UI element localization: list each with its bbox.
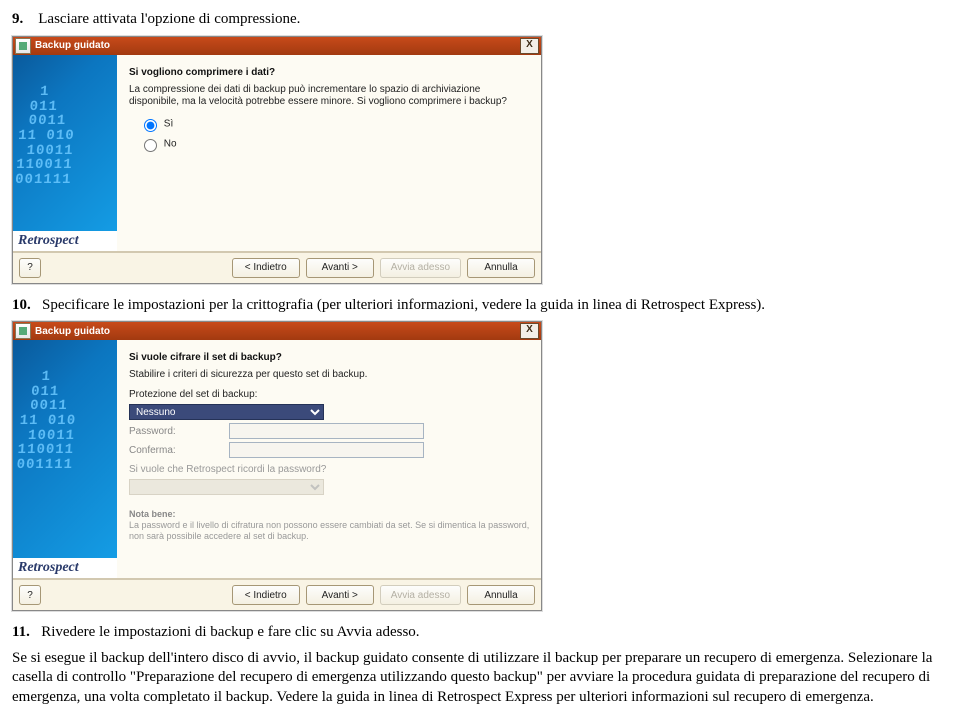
option-no[interactable]: No <box>139 136 531 152</box>
radio-no[interactable] <box>144 139 157 152</box>
start-now-button[interactable]: Avvia adesso <box>380 585 461 605</box>
question-desc: La compressione dei dati di backup può i… <box>129 84 531 108</box>
security-line1: Stabilire i criteri di sicurezza per que… <box>129 369 531 381</box>
confirm-field[interactable] <box>229 442 424 458</box>
next-button[interactable]: Avanti > <box>306 585 374 605</box>
app-icon <box>15 38 31 54</box>
step-11-body: Se si esegue il backup dell'intero disco… <box>12 649 947 708</box>
sidebar-art: 1 011 0011 11 010 10011 110011 001111 <box>6 55 124 251</box>
dialog-footer: ? < Indietro Avanti > Avvia adesso Annul… <box>13 251 541 283</box>
titlebar[interactable]: Backup guidato X <box>13 37 541 55</box>
dialog-footer: ? < Indietro Avanti > Avvia adesso Annul… <box>13 578 541 610</box>
cancel-button[interactable]: Annulla <box>467 585 535 605</box>
step-10-text: Specificare le impostazioni per la critt… <box>42 297 765 313</box>
step-11-lead: Rivedere le impostazioni di backup e far… <box>41 624 419 640</box>
note-head: Nota bene: <box>129 509 176 519</box>
radio-yes[interactable] <box>144 119 157 132</box>
password-field[interactable] <box>229 423 424 439</box>
titlebar[interactable]: Backup guidato X <box>13 322 541 340</box>
option-yes[interactable]: Sì <box>139 116 531 132</box>
step-11-number: 11. <box>12 624 30 640</box>
close-button[interactable]: X <box>520 323 539 339</box>
back-button[interactable]: < Indietro <box>232 585 300 605</box>
start-now-button[interactable]: Avvia adesso <box>380 258 461 278</box>
step-9-number: 9. <box>12 11 23 27</box>
step-10: 10. Specificare le impostazioni per la c… <box>12 296 947 316</box>
window-title: Backup guidato <box>35 326 110 337</box>
question-heading: Si vuole cifrare il set di backup? <box>129 352 531 363</box>
help-button[interactable]: ? <box>19 258 41 278</box>
sidebar-art: 1 011 0011 11 010 10011 110011 001111 <box>5 340 126 578</box>
step-9: 9. Lasciare attivata l'opzione di compre… <box>12 10 947 30</box>
cancel-button[interactable]: Annulla <box>467 258 535 278</box>
security-line2: Protezione del set di backup: <box>129 389 531 401</box>
remember-label: Si vuole che Retrospect ricordi la passw… <box>129 464 531 476</box>
password-label: Password: <box>129 426 229 437</box>
window-title: Backup guidato <box>35 40 110 51</box>
step-9-text: Lasciare attivata l'opzione di compressi… <box>38 11 300 27</box>
wizard-sidebar: 1 011 0011 11 010 10011 110011 001111 Re… <box>13 55 117 251</box>
confirm-label: Conferma: <box>129 445 229 456</box>
dialog-compression: Backup guidato X 1 011 0011 11 010 10011… <box>12 36 542 284</box>
wizard-sidebar: 1 011 0011 11 010 10011 110011 001111 Re… <box>13 340 117 578</box>
radio-no-label: No <box>164 138 177 149</box>
question-heading: Si vogliono comprimere i dati? <box>129 67 531 78</box>
help-button[interactable]: ? <box>19 585 41 605</box>
step-11: 11. Rivedere le impostazioni di backup e… <box>12 623 947 643</box>
radio-yes-label: Sì <box>164 118 173 129</box>
step-10-number: 10. <box>12 297 31 313</box>
note-body: La password e il livello di cifratura no… <box>129 520 529 541</box>
dialog-encryption: Backup guidato X 1 011 0011 11 010 10011… <box>12 321 542 611</box>
back-button[interactable]: < Indietro <box>232 258 300 278</box>
remember-select[interactable] <box>129 479 324 495</box>
note-block: Nota bene: La password e il livello di c… <box>129 509 531 541</box>
next-button[interactable]: Avanti > <box>306 258 374 278</box>
close-button[interactable]: X <box>520 38 539 54</box>
protection-select[interactable]: Nessuno <box>129 404 324 420</box>
app-icon <box>15 323 31 339</box>
